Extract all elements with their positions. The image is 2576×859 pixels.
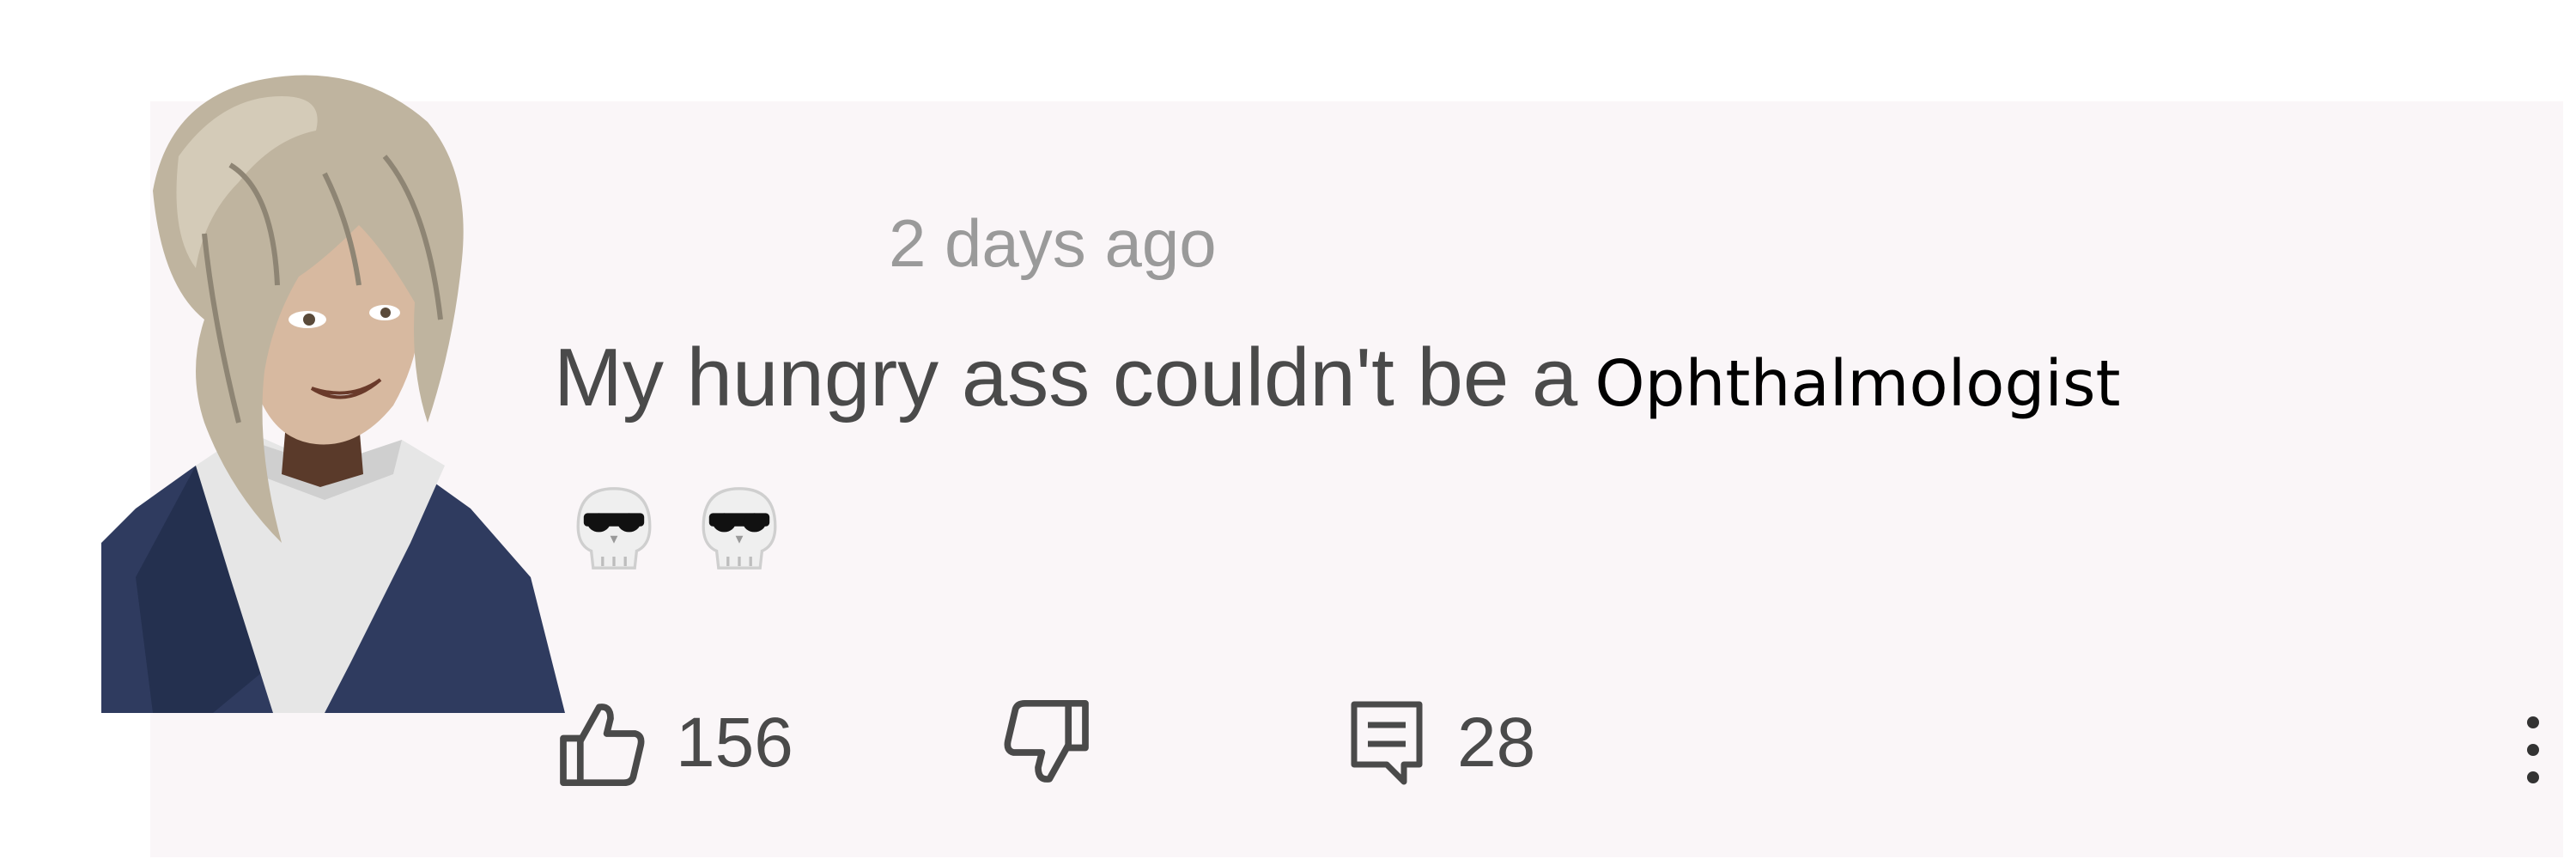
avatar-image <box>101 75 565 713</box>
comment-text: My hungry ass couldn't be a Ophthalmologi… <box>554 337 2121 419</box>
comment-text-main: My hungry ass couldn't be a <box>554 332 1578 423</box>
emoji-row <box>567 481 787 576</box>
thumbs-up-icon <box>560 704 645 787</box>
dislike-button[interactable] <box>1000 691 1095 795</box>
replies-button[interactable]: 28 <box>1344 691 1535 795</box>
avatar[interactable] <box>101 62 565 713</box>
skull-icon <box>702 487 777 570</box>
page: 2 days ago My hungry ass couldn't be a Op… <box>0 0 2576 859</box>
skull-icon <box>576 487 652 570</box>
comment-text-overlay: Ophthalmologist <box>1595 347 2121 421</box>
like-count: 156 <box>676 704 793 782</box>
more-vertical-icon[interactable] <box>2520 707 2546 793</box>
comment-timestamp: 2 days ago <box>889 205 1217 281</box>
thumbs-down-icon <box>1004 699 1089 783</box>
reply-count: 28 <box>1457 704 1536 782</box>
reply-icon <box>1351 701 1423 785</box>
comment-actions: 156 28 <box>554 691 2546 795</box>
like-button[interactable]: 156 <box>554 691 793 795</box>
